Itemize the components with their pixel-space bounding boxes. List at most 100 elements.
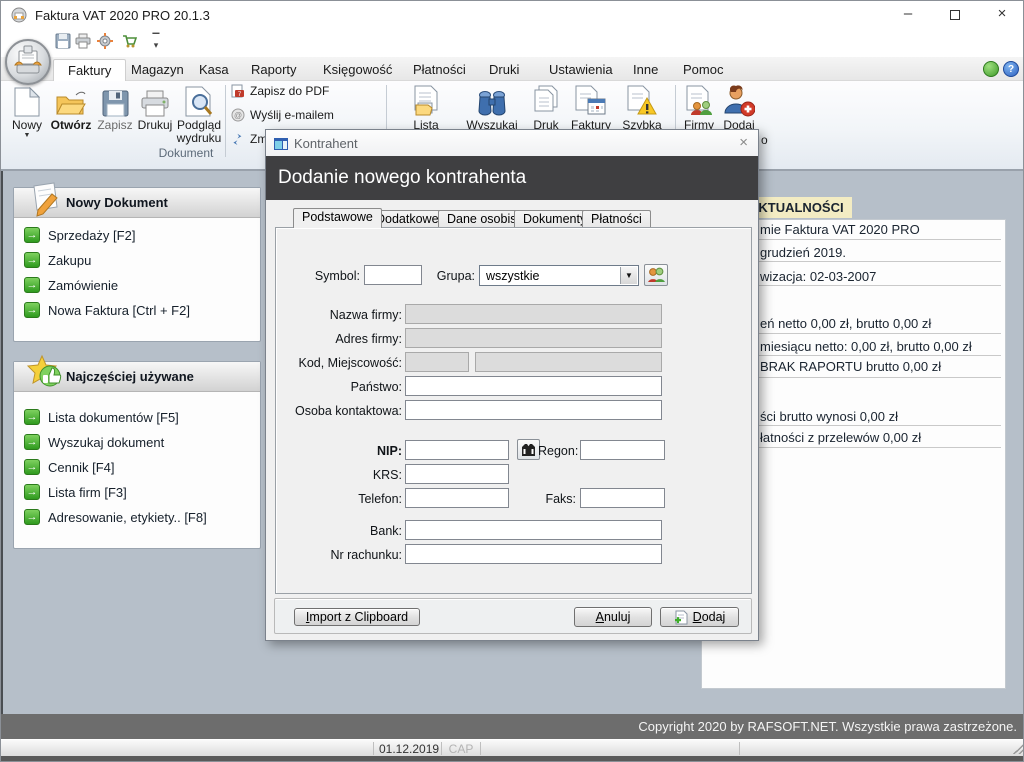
combo-dropdown-icon[interactable]: ▼ xyxy=(620,267,637,284)
search-button[interactable]: Wyszukaj xyxy=(463,83,521,132)
minimize-button[interactable]: – xyxy=(891,1,925,29)
tab-kasa[interactable]: Kasa xyxy=(185,59,243,81)
sidebar-item-wyszukaj-dokument[interactable]: → Wyszukaj dokument xyxy=(14,431,260,456)
news-item[interactable]: ści brutto wynosi 0,00 zł xyxy=(760,409,898,424)
resize-grip[interactable] xyxy=(1013,744,1023,754)
nr-rachunku-label: Nr rachunku: xyxy=(312,548,402,562)
quick-invoice-button[interactable]: Szybka xyxy=(619,83,665,132)
shop-cart-icon[interactable] xyxy=(121,33,139,51)
dialog-close-icon[interactable]: × xyxy=(739,134,748,151)
arrow-icon: → xyxy=(24,509,40,525)
print-copies-button[interactable]: Druk xyxy=(525,83,567,132)
print-preview-button[interactable]: Podgląd wydruku xyxy=(173,83,225,145)
window-title: Faktura VAT 2020 PRO 20.1.3 xyxy=(35,8,210,23)
add-contact-button[interactable]: Dodaj xyxy=(719,83,759,132)
clipped-label-fragment: o xyxy=(761,133,768,147)
companies-button[interactable]: Firmy xyxy=(679,83,719,132)
nip-search-button[interactable] xyxy=(517,439,540,460)
regon-input[interactable] xyxy=(580,440,665,460)
regon-label: Regon: xyxy=(538,444,576,458)
sidebar-item-zamowienie[interactable]: → Zamówienie xyxy=(14,274,260,299)
maximize-button[interactable] xyxy=(938,1,972,29)
sidebar-item-zakupu[interactable]: → Zakupu xyxy=(14,249,260,274)
toolbar-overflow-icon[interactable]: ▔▾ xyxy=(149,35,163,49)
sidebar-item-cennik[interactable]: → Cennik [F4] xyxy=(14,456,260,481)
companies-icon xyxy=(679,83,719,117)
save-button[interactable]: Zapisz xyxy=(95,83,135,132)
open-button[interactable]: Otwórz xyxy=(49,83,93,132)
osoba-kontaktowa-label: Osoba kontaktowa: xyxy=(272,404,402,418)
application-window: Faktura VAT 2020 PRO 20.1.3 – × ▔▾ Faktu… xyxy=(0,0,1024,762)
tab-raporty[interactable]: Raporty xyxy=(237,59,311,81)
status-separator xyxy=(480,742,481,755)
print-icon[interactable] xyxy=(75,33,93,51)
invoice-button[interactable]: Faktury xyxy=(567,83,615,132)
app-icon xyxy=(11,7,27,28)
send-email-button[interactable]: @ Wyślij e-mailem xyxy=(231,108,334,122)
email-icon: @ xyxy=(231,108,245,122)
news-item[interactable]: miesiącu netto: 0,00 zł, brutto 0,00 zł xyxy=(760,339,972,354)
print-button[interactable]: Drukuj xyxy=(135,83,175,132)
dodaj-button[interactable]: Dodaj xyxy=(660,607,739,627)
new-document-button[interactable]: Nowy ▼ xyxy=(7,83,47,139)
faks-input[interactable] xyxy=(580,488,665,508)
swap-arrows-icon xyxy=(231,133,245,145)
sidebar-item-lista-dokumentow[interactable]: → Lista dokumentów [F5] xyxy=(14,406,260,431)
new-document-icon xyxy=(7,83,47,117)
anuluj-button[interactable]: Anuluj xyxy=(574,607,652,627)
dialog-titlebar[interactable]: Kontrahent × xyxy=(266,130,758,156)
tab-ksiegowosc[interactable]: Księgowość xyxy=(309,59,406,81)
news-item[interactable]: eń netto 0,00 zł, brutto 0,00 zł xyxy=(760,316,931,331)
news-item[interactable]: grudzień 2019. xyxy=(760,245,846,260)
window-bottom-edge xyxy=(1,756,1024,762)
news-item[interactable]: wizacja: 02-03-2007 xyxy=(760,269,876,284)
sidebar-item-sprzedazy[interactable]: → Sprzedaży [F2] xyxy=(14,224,260,249)
news-item[interactable]: mie Faktura VAT 2020 PRO xyxy=(760,222,920,237)
nip-input[interactable] xyxy=(405,440,509,460)
ribbon-tabstrip: Faktury Magazyn Kasa Raporty Księgowość … xyxy=(1,57,1024,81)
copyright-bar: Copyright 2020 by RAFSOFT.NET. Wszystkie… xyxy=(1,714,1024,739)
save-to-pdf-button[interactable]: 7 Zapisz do PDF xyxy=(231,84,329,98)
preview-icon xyxy=(173,83,225,117)
arrow-icon: → xyxy=(24,409,40,425)
sidebar-item-nowa-faktura[interactable]: → Nowa Faktura [Ctrl + F2] xyxy=(14,299,260,324)
tab-ustawienia[interactable]: Ustawienia xyxy=(535,59,627,81)
osoba-kontaktowa-input[interactable] xyxy=(405,400,662,420)
import-clipboard-button[interactable]: Import z Clipboard xyxy=(294,608,420,626)
telefon-input[interactable] xyxy=(405,488,509,508)
tab-inne[interactable]: Inne xyxy=(619,59,672,81)
tab-platnosci[interactable]: Płatności xyxy=(399,59,480,81)
tab-pomoc[interactable]: Pomoc xyxy=(669,59,737,81)
arrow-icon: → xyxy=(24,484,40,500)
krs-input[interactable] xyxy=(405,464,509,484)
bank-input[interactable] xyxy=(405,520,662,540)
binoculars-icon xyxy=(463,83,521,117)
dialog-tab-podstawowe[interactable]: Podstawowe xyxy=(293,208,382,228)
svg-text:@: @ xyxy=(234,111,242,120)
news-item[interactable]: BRAK RAPORTU brutto 0,00 zł xyxy=(760,359,941,374)
tab-faktury[interactable]: Faktury xyxy=(53,59,126,81)
sidebar-item-adresowanie[interactable]: → Adresowanie, etykiety.. [F8] xyxy=(14,506,260,531)
nr-rachunku-input[interactable] xyxy=(405,544,662,564)
arrow-icon: → xyxy=(24,459,40,475)
dialog-tab-platnosci[interactable]: Płatności xyxy=(582,210,651,228)
list-button[interactable]: Lista xyxy=(403,83,449,132)
save-icon[interactable] xyxy=(55,33,73,51)
telefon-label: Telefon: xyxy=(332,492,402,506)
symbol-input[interactable] xyxy=(364,265,422,285)
help-icon[interactable]: ? xyxy=(1003,61,1019,77)
grupa-select[interactable]: wszystkie ▼ xyxy=(479,265,639,286)
status-separator xyxy=(739,742,740,755)
application-menu-button[interactable] xyxy=(5,39,51,85)
sidebar-item-lista-firm[interactable]: → Lista firm [F3] xyxy=(14,481,260,506)
sidebar-panel-new-document: Nowy Dokument → Sprzedaży [F2] → Zakupu … xyxy=(13,187,261,342)
groups-manage-button[interactable] xyxy=(644,264,668,286)
quick-access-toolbar: ▔▾ xyxy=(1,29,1024,57)
settings-gear-icon[interactable] xyxy=(97,33,115,51)
close-button[interactable]: × xyxy=(985,1,1019,29)
news-item[interactable]: łatności z przelewów 0,00 zł xyxy=(760,430,921,445)
panstwo-input[interactable] xyxy=(405,376,662,396)
arrow-icon: → xyxy=(24,434,40,450)
globe-icon[interactable] xyxy=(983,61,999,77)
tab-druki[interactable]: Druki xyxy=(475,59,533,81)
